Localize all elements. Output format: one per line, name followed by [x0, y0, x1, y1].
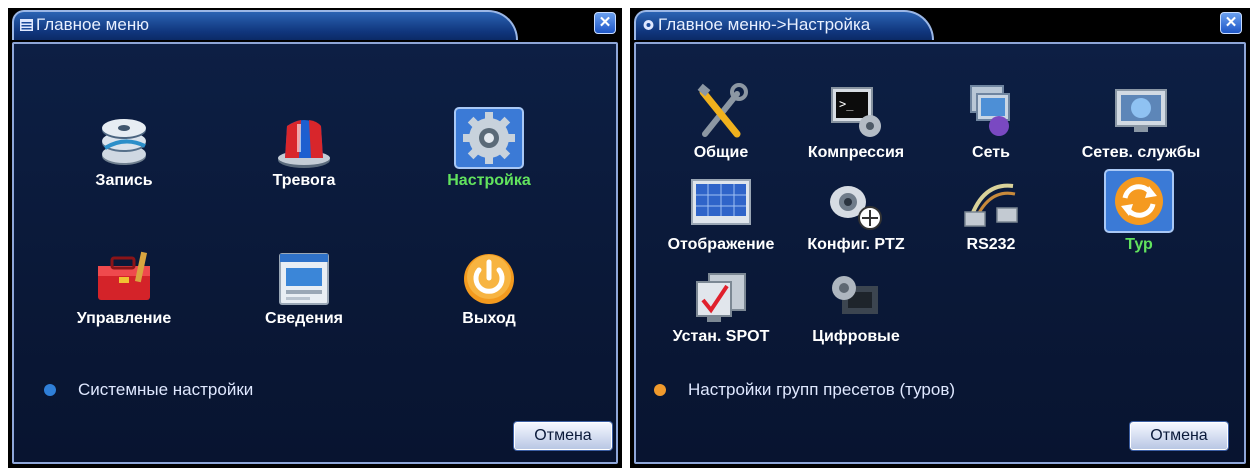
settings-item-ptz[interactable]: Конфиг. PTZ	[791, 174, 921, 254]
settings-item-label: Отображение	[667, 236, 775, 253]
menu-item-settings[interactable]: Настройка	[429, 106, 549, 190]
main-menu-titlebar: Главное меню ✕	[8, 8, 622, 44]
close-icon: ✕	[598, 14, 612, 31]
settings-item-display[interactable]: Отображение	[656, 174, 786, 254]
menu-grid-icon	[20, 19, 33, 31]
settings-menu-panel: Общие >_ Компрессия Сеть Сетев. службы О…	[634, 42, 1246, 464]
settings-item-label: Общие	[693, 144, 749, 161]
settings-item-spot[interactable]: Устан. SPOT	[656, 270, 786, 346]
settings-item-label: Сеть	[972, 144, 1010, 161]
network-icon	[970, 85, 1010, 136]
menu-item-label: Сведения	[265, 310, 343, 327]
settings-menu-title-tab: Главное меню->Настройка	[634, 10, 934, 40]
main-menu-close-button[interactable]: ✕	[594, 12, 616, 34]
main-menu-title: Главное меню	[36, 15, 149, 34]
close-icon: ✕	[1224, 14, 1238, 31]
menu-item-record[interactable]: Запись	[64, 112, 184, 190]
settings-item-label: Цифровые	[812, 328, 900, 345]
status-text: Настройки групп пресетов (туров)	[688, 380, 956, 399]
settings-item-network[interactable]: Сеть	[926, 82, 1056, 162]
settings-item-general[interactable]: Общие	[656, 82, 786, 162]
settings-item-compression[interactable]: >_ Компрессия	[791, 82, 921, 162]
status-hint: Системные настройки	[44, 380, 253, 400]
menu-item-label: Настройка	[447, 172, 531, 189]
settings-item-label: Компрессия	[807, 144, 905, 161]
settings-menu-titlebar: Главное меню->Настройка ✕	[630, 8, 1250, 44]
settings-item-rs232[interactable]: RS232	[926, 174, 1056, 254]
menu-item-exit[interactable]: Выход	[429, 250, 549, 328]
menu-item-info[interactable]: Сведения	[244, 250, 364, 328]
globe-monitor-icon	[1115, 89, 1167, 132]
settings-item-tour[interactable]: Тур	[1084, 168, 1194, 254]
menu-item-label: Выход	[462, 310, 516, 327]
display-grid-icon	[691, 179, 751, 225]
tools-icon	[697, 83, 748, 138]
terminal-gear-icon: >_	[831, 87, 881, 137]
gear-icon	[454, 107, 524, 169]
settings-menu-title: Главное меню->Настройка	[658, 15, 871, 34]
info-dot-icon	[44, 384, 56, 396]
main-menu-panel: Запись Тревога Настройка Управление Свед…	[12, 42, 618, 464]
settings-menu-window: Главное меню->Настройка ✕ Общие >_ Компр…	[630, 8, 1250, 468]
settings-item-net-services[interactable]: Сетев. службы	[1066, 82, 1216, 162]
main-menu-title-tab: Главное меню	[12, 10, 518, 40]
settings-item-label: Конфиг. PTZ	[807, 236, 905, 253]
digital-camera-icon	[832, 276, 878, 314]
settings-item-label: Тур	[1125, 236, 1153, 253]
spot-monitor-icon	[696, 273, 746, 322]
power-icon	[464, 254, 514, 304]
menu-item-alarm[interactable]: Тревога	[244, 112, 364, 190]
serial-cable-icon	[964, 183, 1018, 227]
settings-item-label: Сетев. службы	[1081, 144, 1201, 161]
menu-item-label: Запись	[95, 172, 153, 189]
status-text: Системные настройки	[78, 380, 254, 399]
info-dot-icon	[654, 384, 666, 396]
svg-text:>_: >_	[839, 97, 854, 111]
settings-menu-close-button[interactable]: ✕	[1220, 12, 1242, 34]
menu-item-label: Управление	[76, 310, 172, 327]
main-menu-window: Главное меню ✕ Запись Тревога Настройка …	[8, 8, 622, 468]
cancel-button[interactable]: Отмена	[514, 422, 612, 450]
status-hint: Настройки групп пресетов (туров)	[654, 380, 955, 400]
recording-reels-icon	[102, 119, 146, 165]
info-window-icon	[279, 253, 329, 305]
alarm-siren-icon	[278, 120, 330, 168]
small-gear-icon	[643, 20, 654, 30]
settings-item-label: Устан. SPOT	[672, 328, 770, 345]
ptz-camera-icon	[830, 186, 882, 230]
tour-refresh-icon	[1104, 169, 1174, 233]
menu-item-management[interactable]: Управление	[64, 250, 184, 328]
toolbox-icon	[98, 251, 150, 300]
menu-item-label: Тревога	[272, 172, 336, 189]
settings-item-digital[interactable]: Цифровые	[791, 270, 921, 346]
cancel-button[interactable]: Отмена	[1130, 422, 1228, 450]
settings-item-label: RS232	[966, 236, 1016, 253]
